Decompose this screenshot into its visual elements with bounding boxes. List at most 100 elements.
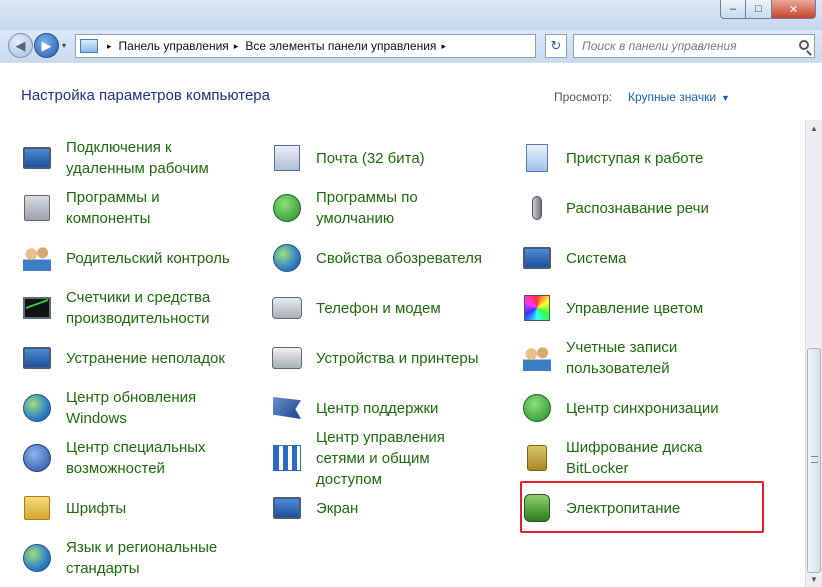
item-label: Почта (32 бита) xyxy=(316,149,425,167)
item-label: Шрифты xyxy=(66,499,127,517)
maximize-button[interactable]: □ xyxy=(746,0,772,19)
windows-update-icon xyxy=(20,391,54,425)
item-label: Родительский контроль xyxy=(66,249,230,267)
address-bar[interactable]: ▸ Панель управления ▸ Все элементы панел… xyxy=(75,34,536,58)
user-accounts-icon xyxy=(520,341,554,375)
programs-features-icon xyxy=(20,191,54,225)
scrollbar-thumb[interactable] xyxy=(807,348,821,573)
ease-of-access-icon xyxy=(20,441,54,475)
search-icon[interactable] xyxy=(799,40,809,50)
item-mail[interactable]: Почта (32 бита) xyxy=(250,133,490,183)
color-management-icon xyxy=(520,291,554,325)
item-troubleshooting[interactable]: Устранение неполадок xyxy=(0,333,240,383)
navigation-bar: ◀ ▶ ▾ ▸ Панель управления ▸ Все элементы… xyxy=(0,30,822,62)
item-label: Система xyxy=(566,249,627,267)
item-label: Свойства обозревателя xyxy=(316,249,482,267)
remote-desktop-icon xyxy=(20,141,54,175)
forward-button[interactable]: ▶ xyxy=(34,33,59,58)
item-default-programs[interactable]: Программы по умолчанию xyxy=(250,183,490,233)
item-getting-started[interactable]: Приступая к работе xyxy=(500,133,740,183)
view-mode-dropdown[interactable]: Крупные значки ▼ xyxy=(628,90,730,104)
item-label: Центр обновления Windows xyxy=(66,389,197,427)
content-header: Настройка параметров компьютера Просмотр… xyxy=(0,62,822,120)
mail-icon xyxy=(270,141,304,175)
breadcrumb-separator-icon[interactable]: ▸ xyxy=(107,41,112,52)
display-icon xyxy=(270,491,304,525)
item-display[interactable]: Экран xyxy=(250,483,490,533)
item-label: Центр управления сетями и общим доступом xyxy=(316,428,445,488)
item-region-language[interactable]: Язык и региональные стандарты xyxy=(0,533,240,583)
caption-buttons: – □ ✕ xyxy=(720,0,816,20)
getting-started-icon xyxy=(520,141,554,175)
item-phone-modem[interactable]: Телефон и модем xyxy=(250,283,490,333)
back-button[interactable]: ◀ xyxy=(8,33,33,58)
item-user-accounts[interactable]: Учетные записи пользователей xyxy=(500,333,740,383)
item-label: Экран xyxy=(316,499,359,517)
troubleshooting-icon xyxy=(20,341,54,375)
item-label: Центр синхронизации xyxy=(566,399,719,417)
system-icon xyxy=(520,241,554,275)
recent-pages-dropdown[interactable]: ▾ xyxy=(62,41,66,50)
item-network-center[interactable]: Центр управления сетями и общим доступом xyxy=(250,429,490,488)
item-performance[interactable]: Счетчики и средства производительности xyxy=(0,283,240,333)
item-label: Учетные записи пользователей xyxy=(566,339,678,377)
view-label: Просмотр: xyxy=(554,90,613,104)
phone-modem-icon xyxy=(270,291,304,325)
grip-icon xyxy=(811,456,818,463)
item-label: Счетчики и средства производительности xyxy=(66,289,211,327)
item-label: Распознавание речи xyxy=(566,199,709,217)
view-mode-value: Крупные значки xyxy=(628,90,717,104)
item-label: Центр поддержки xyxy=(316,399,439,417)
item-internet-options[interactable]: Свойства обозревателя xyxy=(250,233,490,283)
breadcrumb-all-items[interactable]: Все элементы панели управления xyxy=(245,39,436,53)
search-input[interactable] xyxy=(582,39,792,53)
highlight-frame xyxy=(520,481,764,533)
item-label: Приступая к работе xyxy=(566,149,704,167)
parental-controls-icon xyxy=(20,241,54,275)
scroll-up-icon[interactable]: ▲ xyxy=(806,120,822,136)
item-remote-desktop[interactable]: Подключения к удаленным рабочим xyxy=(0,133,240,183)
breadcrumb-control-panel[interactable]: Панель управления xyxy=(119,39,229,53)
item-label: Язык и региональные стандарты xyxy=(66,539,218,577)
devices-printers-icon xyxy=(270,341,304,375)
item-label: Программы по умолчанию xyxy=(316,189,418,227)
region-language-icon xyxy=(20,541,54,575)
item-windows-update[interactable]: Центр обновления Windows xyxy=(0,383,240,433)
title-bar: – □ ✕ xyxy=(0,0,822,30)
item-label: Устранение неполадок xyxy=(66,349,225,367)
refresh-button[interactable]: ↻ xyxy=(545,34,567,58)
sync-center-icon xyxy=(520,391,554,425)
item-ease-of-access[interactable]: Центр специальных возможностей xyxy=(0,433,240,483)
vertical-scrollbar[interactable]: ▲ ▼ xyxy=(805,120,822,587)
item-devices-printers[interactable]: Устройства и принтеры xyxy=(250,333,490,383)
breadcrumb-separator-icon[interactable]: ▸ xyxy=(441,41,446,52)
minimize-button[interactable]: – xyxy=(720,0,746,19)
scroll-down-icon[interactable]: ▼ xyxy=(806,571,822,587)
speech-recognition-icon xyxy=(520,191,554,225)
fonts-icon xyxy=(20,491,54,525)
item-label: Телефон и модем xyxy=(316,299,441,317)
close-button[interactable]: ✕ xyxy=(772,0,816,19)
item-action-center[interactable]: Центр поддержки xyxy=(250,383,490,433)
search-box[interactable] xyxy=(573,34,815,58)
breadcrumb-separator-icon[interactable]: ▸ xyxy=(234,41,239,52)
item-bitlocker[interactable]: Шифрование диска BitLocker xyxy=(500,433,740,483)
item-system[interactable]: Система xyxy=(500,233,740,283)
item-sync-center[interactable]: Центр синхронизации xyxy=(500,383,740,433)
item-color-management[interactable]: Управление цветом xyxy=(500,283,740,333)
network-center-icon xyxy=(270,441,304,475)
item-speech-recognition[interactable]: Распознавание речи xyxy=(500,183,740,233)
action-center-icon xyxy=(270,391,304,425)
item-label: Центр специальных возможностей xyxy=(66,439,206,477)
bitlocker-icon xyxy=(520,441,554,475)
item-programs-features[interactable]: Программы и компоненты xyxy=(0,183,240,233)
item-label: Управление цветом xyxy=(566,299,704,317)
item-label: Шифрование диска BitLocker xyxy=(566,439,703,477)
control-panel-items: Подключения к удаленным рабочим Программ… xyxy=(0,120,805,587)
default-programs-icon xyxy=(270,191,304,225)
item-label: Программы и компоненты xyxy=(66,189,160,227)
item-label: Устройства и принтеры xyxy=(316,349,479,367)
item-label: Подключения к удаленным рабочим xyxy=(66,139,209,177)
item-fonts[interactable]: Шрифты xyxy=(0,483,240,533)
item-parental-controls[interactable]: Родительский контроль xyxy=(0,233,240,283)
